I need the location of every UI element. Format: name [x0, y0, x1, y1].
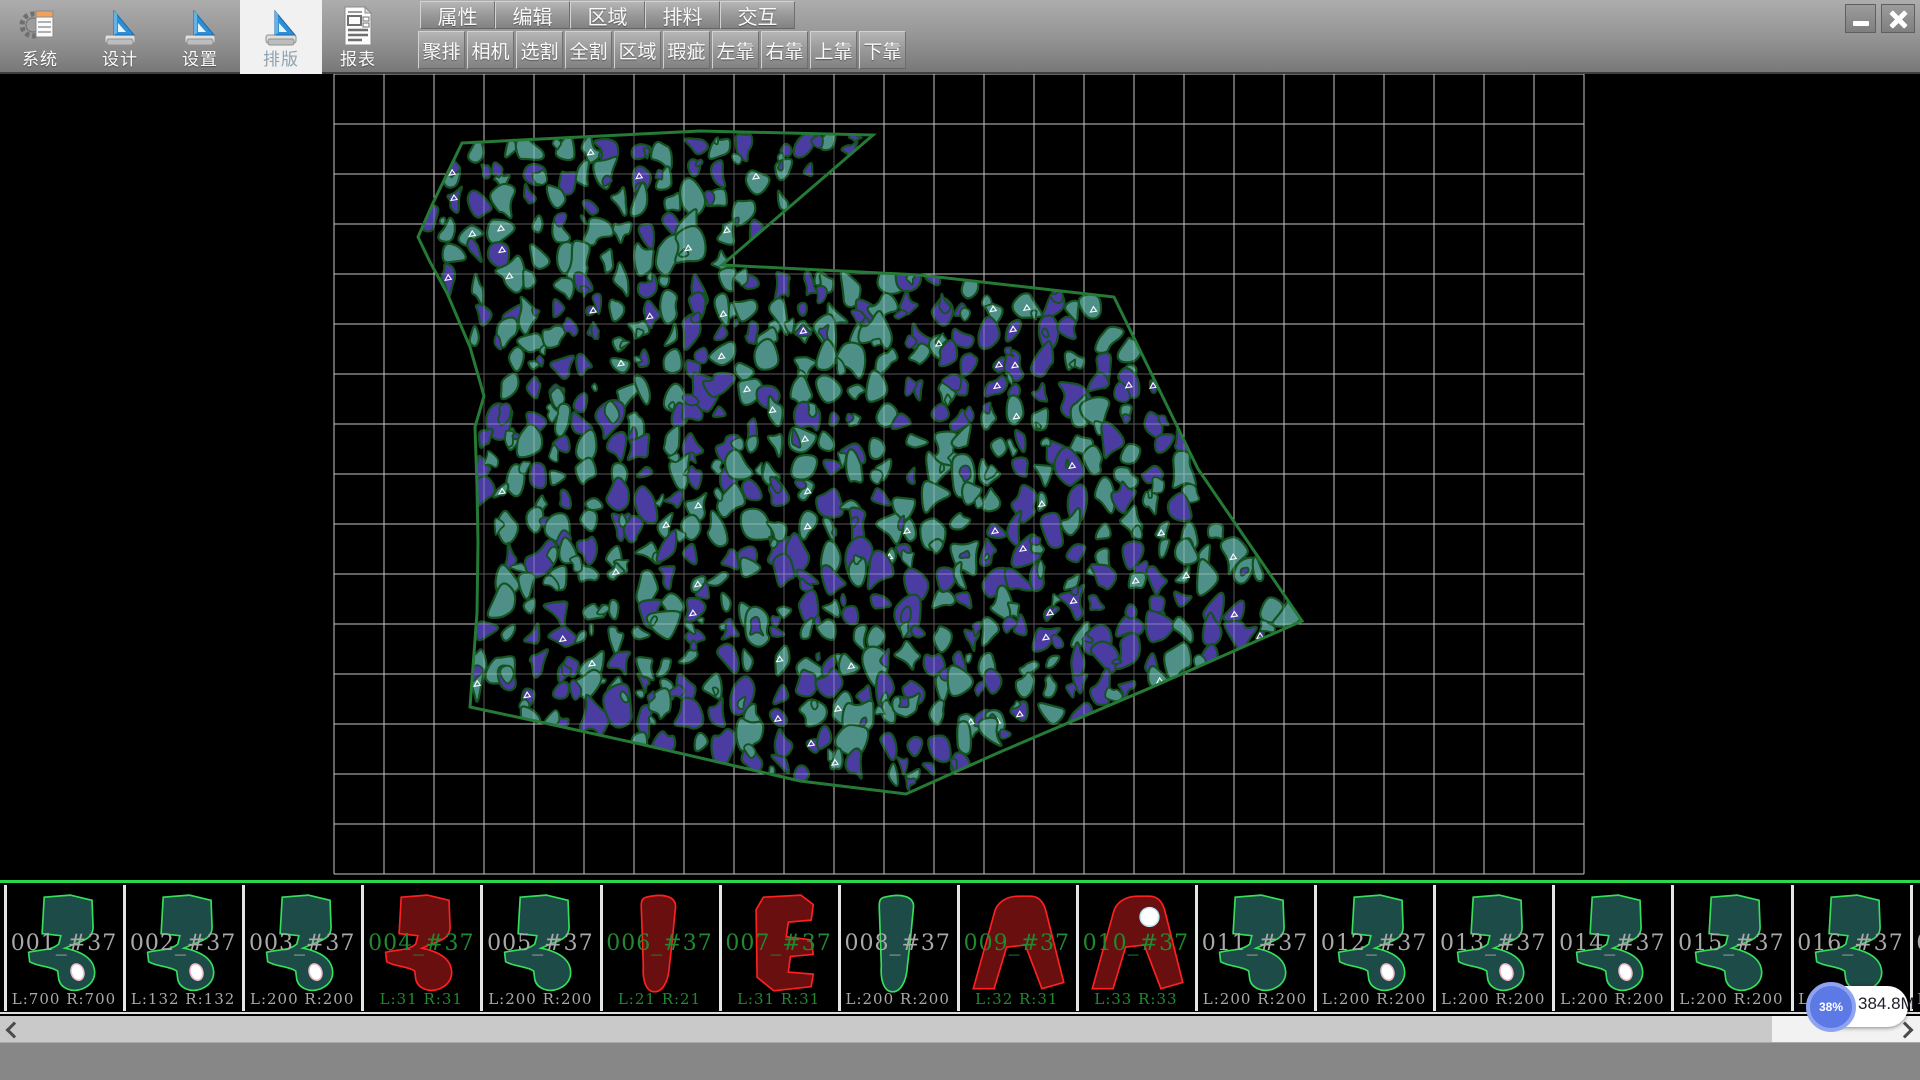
piece-id-label: 007_#37	[722, 931, 836, 956]
piece-id-label: 008_#37	[841, 931, 955, 956]
ribbon-button-label: 设计	[102, 49, 138, 71]
ribbon-button-3[interactable]: 设置	[164, 0, 236, 74]
canvas-svg	[0, 74, 1920, 880]
piece-id-label: 004_#37	[364, 931, 478, 956]
menu-item-1[interactable]: 属性	[420, 1, 495, 29]
piece-thumbnail[interactable]: 001_#37 L:700 R:700	[4, 885, 121, 1011]
scrollbar-thumb[interactable]	[0, 1016, 1772, 1042]
piece-id-label: 001_#37	[7, 931, 121, 956]
piece-id-label: 010_#37	[1079, 931, 1193, 956]
menu-row-tools: 聚排相机选割全割区域瑕疵左靠右靠上靠下靠	[418, 31, 908, 69]
tool-item-5[interactable]: 区域	[614, 31, 661, 69]
piece-lr-label: L:700 R:700	[7, 990, 121, 1008]
memory-size-label: 384.8M	[1858, 994, 1915, 1014]
piece-thumbnail[interactable]: 006_#37 L:21 R:21	[600, 885, 717, 1011]
ribbon-button-label: 设置	[182, 49, 218, 71]
piece-lr-label: L:200 R:200	[1555, 990, 1669, 1008]
piece-lr-label: L:200 R:200	[841, 990, 955, 1008]
memory-percent: 38%	[1819, 1000, 1843, 1014]
piece-id-label: 013_#37	[1436, 931, 1550, 956]
piece-thumbnail[interactable]: 013_#37 L:200 R:200	[1433, 885, 1550, 1011]
piece-id-label: 015_#37	[1674, 931, 1788, 956]
piece-thumbnail[interactable]: 003_#37 L:200 R:200	[242, 885, 359, 1011]
ribbon-button-4[interactable]: 排版	[240, 0, 322, 74]
piece-lr-label: L:200 R:200	[483, 990, 597, 1008]
tool-item-7[interactable]: 左靠	[712, 31, 759, 69]
piece-thumbnail[interactable]: 004_#37 L:31 R:31	[361, 885, 478, 1011]
tool-item-10[interactable]: 下靠	[859, 31, 906, 69]
ribbon-button-label: 报表	[340, 49, 376, 71]
piece-lr-label: L:33 R:33	[1079, 990, 1193, 1008]
status-bar	[0, 1042, 1920, 1080]
piece-id-label: 016_#37	[1794, 931, 1908, 956]
piece-thumbnail[interactable]: 014_#37 L:200 R:200	[1552, 885, 1669, 1011]
ribbon-button-2[interactable]: 设计	[84, 0, 156, 74]
piece-id-label: 009_#37	[960, 931, 1074, 956]
piece-id-label: 011_#37	[1198, 931, 1312, 956]
ribbon-button-1[interactable]: 系统	[3, 0, 77, 74]
piece-lr-label: L:21 R:21	[603, 990, 717, 1008]
piece-thumbnail[interactable]: 005_#37 L:200 R:200	[480, 885, 597, 1011]
ribbon-button-label: 排版	[263, 49, 299, 71]
tool-item-8[interactable]: 右靠	[761, 31, 808, 69]
memory-usage-badge: 38% 384.8M	[1810, 984, 1910, 1028]
piece-lr-label: L:200 R:200	[1436, 990, 1550, 1008]
piece-thumbnail[interactable]: 008_#37 L:200 R:200	[838, 885, 955, 1011]
tool-item-1[interactable]: 聚排	[418, 31, 465, 69]
ribbon-button-label: 系统	[22, 49, 58, 71]
tool-item-3[interactable]: 选割	[516, 31, 563, 69]
menu-item-5[interactable]: 交互	[720, 1, 795, 29]
set-square-icon	[98, 3, 142, 49]
menu-item-2[interactable]: 编辑	[495, 1, 570, 29]
piece-id-label: 014_#37	[1555, 931, 1669, 956]
piece-thumbnail[interactable]: 015_#37 L:200 R:200	[1671, 885, 1788, 1011]
toolbar: 系统设计设置排版报表 属性编辑区域排料交互 聚排相机选割全割区域瑕疵左靠右靠上靠…	[0, 0, 1920, 74]
nesting-canvas[interactable]	[0, 74, 1920, 880]
piece-thumbnail[interactable]: 011_#37 L:200 R:200	[1195, 885, 1312, 1011]
piece-id-label: 006_#37	[603, 931, 717, 956]
tool-item-2[interactable]: 相机	[467, 31, 514, 69]
minimize-icon	[1853, 21, 1869, 26]
piece-lr-label: L:200 R:200	[1674, 990, 1788, 1008]
piece-id-label: 012_#37	[1317, 931, 1431, 956]
app-window: 系统设计设置排版报表 属性编辑区域排料交互 聚排相机选割全割区域瑕疵左靠右靠上靠…	[0, 0, 1920, 1080]
piece-id-label: 002_#37	[126, 931, 240, 956]
piece-id-label: 005_#37	[483, 931, 597, 956]
piece-lr-label: L:132 R:132	[126, 990, 240, 1008]
piece-lr-label: L:32 R:31	[960, 990, 1074, 1008]
minimize-button[interactable]	[1845, 4, 1876, 33]
report-icon	[336, 3, 380, 49]
set-square-icon	[259, 3, 303, 49]
tool-item-9[interactable]: 上靠	[810, 31, 857, 69]
piece-lr-label: L:200 R:200	[1317, 990, 1431, 1008]
piece-thumbnail[interactable]: 009_#37 L:32 R:31	[957, 885, 1074, 1011]
tool-item-6[interactable]: 瑕疵	[663, 31, 710, 69]
piece-lr-label: L:200 R:200	[245, 990, 359, 1008]
ribbon-button-5[interactable]: 报表	[322, 0, 394, 74]
piece-thumbnail[interactable]: 007_#37 L:31 R:31	[719, 885, 836, 1011]
piece-thumbnail-strip: 001_#37L:700 R:700002_#37L:132 R:132003_…	[0, 880, 1920, 1014]
memory-percent-gauge: 38%	[1806, 982, 1856, 1032]
piece-id-label: 017_#37	[1913, 931, 1920, 956]
menu-item-4[interactable]: 排料	[645, 1, 720, 29]
horizontal-scrollbar[interactable]	[0, 1016, 1920, 1042]
piece-lr-label: L:31 R:31	[364, 990, 478, 1008]
piece-thumbnail[interactable]: 010_#37 L:33 R:33	[1076, 885, 1193, 1011]
piece-lr-label: L:31 R:31	[722, 990, 836, 1008]
close-button[interactable]	[1881, 4, 1915, 33]
piece-lr-label: L:200 R:200	[1198, 990, 1312, 1008]
piece-thumbnail[interactable]: 017_#37L:200 R:200	[1910, 885, 1920, 1011]
set-square-icon	[178, 3, 222, 49]
gear-document-icon	[18, 3, 62, 49]
piece-thumbnail[interactable]: 012_#37 L:200 R:200	[1314, 885, 1431, 1011]
tool-item-4[interactable]: 全割	[565, 31, 612, 69]
menu-row-main: 属性编辑区域排料交互	[420, 1, 795, 29]
menu-item-3[interactable]: 区域	[570, 1, 645, 29]
piece-thumbnail[interactable]: 002_#37 L:132 R:132	[123, 885, 240, 1011]
piece-id-label: 003_#37	[245, 931, 359, 956]
